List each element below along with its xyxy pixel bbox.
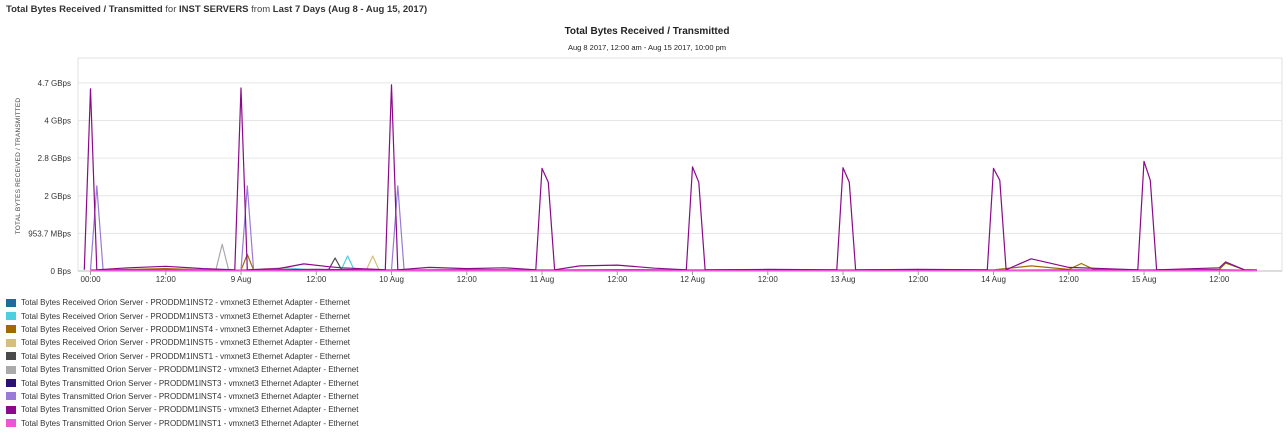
x-tick-label: 12:00 — [1209, 275, 1230, 284]
legend-label: Total Bytes Received Orion Server - PROD… — [21, 351, 351, 361]
legend-swatch — [6, 325, 16, 334]
legend-item[interactable]: Total Bytes Received Orion Server - PROD… — [6, 323, 358, 336]
series-layer — [83, 84, 1257, 272]
x-tick-label: 10 Aug — [379, 275, 404, 284]
series-line[interactable] — [83, 84, 1257, 271]
legend-item[interactable]: Total Bytes Received Orion Server - PROD… — [6, 336, 358, 349]
legend-swatch — [6, 419, 16, 428]
y-tick-label: 4.7 GBps — [38, 79, 71, 88]
legend-label: Total Bytes Received Orion Server - PROD… — [21, 298, 351, 308]
x-tick-label: 12:00 — [908, 275, 929, 284]
legend-swatch — [6, 352, 16, 361]
chart-title: Total Bytes Received / Transmitted — [565, 26, 730, 37]
legend-item[interactable]: Total Bytes Transmitted Orion Server - P… — [6, 376, 358, 389]
legend-label: Total Bytes Received Orion Server - PROD… — [21, 338, 351, 348]
legend-item[interactable]: Total Bytes Transmitted Orion Server - P… — [6, 403, 358, 416]
x-axis: 00:00 12:00 9 Aug 12:00 10 Aug 12:00 11 Aug 12:… — [81, 271, 1230, 284]
x-tick-label: 00:00 — [81, 275, 102, 284]
legend-label: Total Bytes Transmitted Orion Server - P… — [21, 405, 359, 415]
y-axis-title: TOTAL BYTES RECEIVED / TRANSMITTED — [15, 98, 22, 235]
chart: Total Bytes Received / Transmitted Aug 8… — [15, 26, 1283, 284]
legend-swatch — [6, 365, 16, 374]
legend-swatch — [6, 298, 16, 307]
y-tick-label: 953.7 MBps — [28, 229, 71, 238]
y-tick-label: 2 GBps — [44, 192, 71, 201]
x-tick-label: 9 Aug — [231, 275, 251, 284]
chart-subtitle: Aug 8 2017, 12:00 am - Aug 15 2017, 10:0… — [568, 43, 726, 52]
x-tick-label: 14 Aug — [981, 275, 1006, 284]
legend-item[interactable]: Total Bytes Transmitted Orion Server - P… — [6, 417, 358, 430]
legend-swatch — [6, 392, 16, 401]
x-tick-label: 12:00 — [607, 275, 628, 284]
x-tick-label: 12:00 — [306, 275, 327, 284]
legend-label: Total Bytes Transmitted Orion Server - P… — [21, 391, 359, 401]
y-tick-label: 0 Bps — [51, 267, 71, 276]
legend-item[interactable]: Total Bytes Transmitted Orion Server - P… — [6, 390, 358, 403]
grid — [78, 82, 1282, 272]
x-tick-label: 13 Aug — [831, 275, 856, 284]
legend-item[interactable]: Total Bytes Received Orion Server - PROD… — [6, 350, 358, 363]
series-line[interactable] — [89, 185, 1257, 271]
legend-label: Total Bytes Transmitted Orion Server - P… — [21, 378, 359, 388]
legend-label: Total Bytes Transmitted Orion Server - P… — [21, 418, 359, 428]
x-tick-label: 12:00 — [1059, 275, 1080, 284]
legend-label: Total Bytes Received Orion Server - PROD… — [21, 324, 351, 334]
x-tick-label: 12:00 — [457, 275, 478, 284]
legend-item[interactable]: Total Bytes Received Orion Server - PROD… — [6, 296, 358, 309]
legend-swatch — [6, 338, 16, 347]
legend-swatch — [6, 312, 16, 321]
plot-area — [77, 57, 1283, 272]
legend-item[interactable]: Total Bytes Received Orion Server - PROD… — [6, 309, 358, 322]
legend-swatch — [6, 405, 16, 414]
y-tick-label: 2.8 GBps — [38, 154, 71, 163]
legend-label: Total Bytes Received Orion Server - PROD… — [21, 311, 351, 321]
series-line[interactable] — [90, 243, 1257, 272]
legend-swatch — [6, 379, 16, 388]
x-tick-label: 11 Aug — [530, 275, 554, 284]
legend-item[interactable]: Total Bytes Transmitted Orion Server - P… — [6, 363, 358, 376]
legend: Total Bytes Received Orion Server - PROD… — [6, 296, 358, 430]
y-axis: 0 Bps 953.7 MBps 2 GBps 2.8 GBps 4 GBps 4.7 G… — [28, 79, 71, 276]
x-tick-label: 12 Aug — [680, 275, 705, 284]
x-tick-label: 12:00 — [758, 275, 779, 284]
x-tick-label: 12:00 — [156, 275, 177, 284]
y-tick-label: 4 GBps — [44, 117, 71, 126]
legend-label: Total Bytes Transmitted Orion Server - P… — [21, 365, 359, 375]
x-tick-label: 15 Aug — [1132, 275, 1157, 284]
